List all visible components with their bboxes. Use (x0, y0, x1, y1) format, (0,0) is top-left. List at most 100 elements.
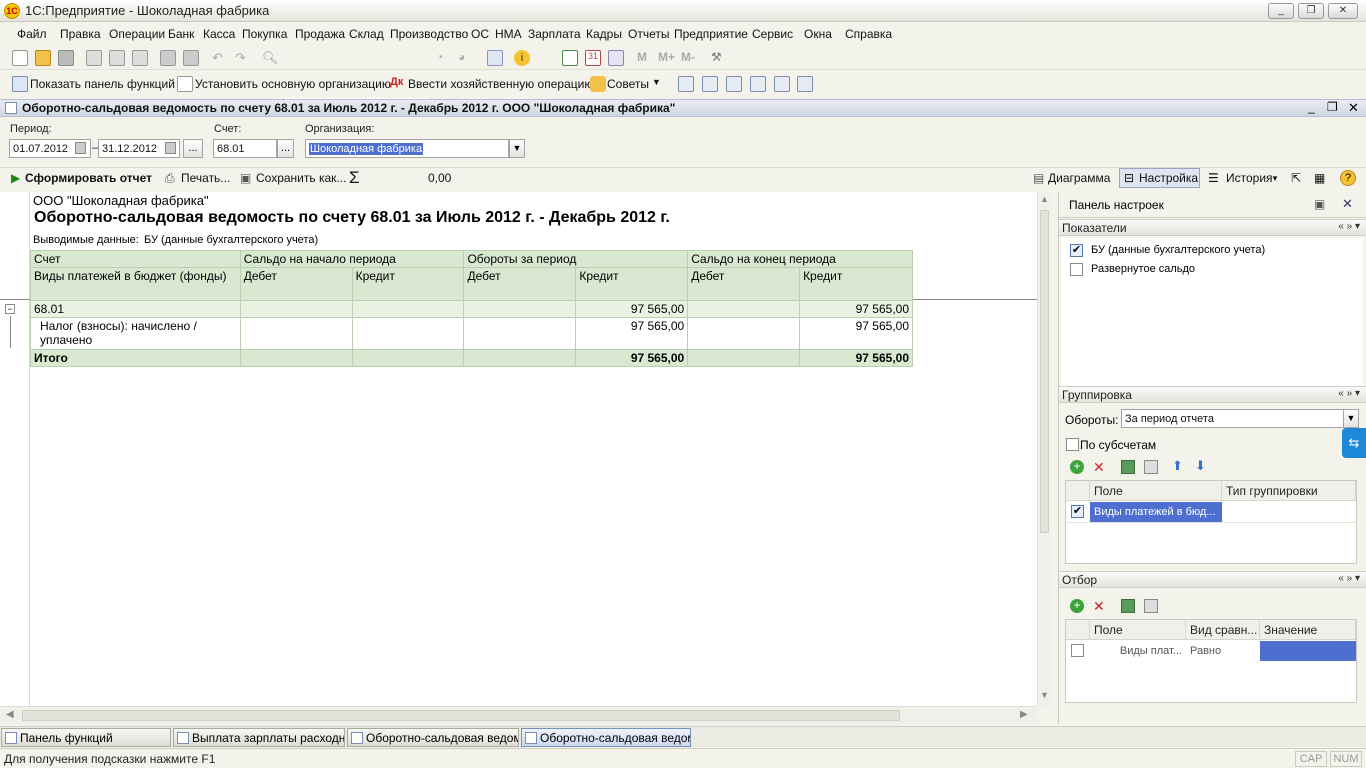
account-select-button[interactable]: ... (277, 139, 294, 158)
history-dropdown-icon[interactable]: ▼ (1271, 174, 1279, 183)
windows-icon[interactable] (487, 50, 503, 66)
calendar-icon[interactable]: 31 (585, 50, 601, 66)
period-select-button[interactable]: ... (183, 139, 203, 158)
tab-turnover-balance-1[interactable]: Оборотно-сальдовая ведом... (347, 728, 519, 747)
filter-row-value[interactable] (1260, 641, 1356, 661)
detail-close-credit-cell[interactable]: 97 565,00 (799, 317, 913, 350)
total-turnover-credit-cell[interactable]: 97 565,00 (575, 349, 689, 367)
filter-row-compare[interactable]: Равно (1186, 641, 1260, 661)
close-window-button[interactable]: ✕ (1328, 3, 1358, 19)
print-button[interactable]: Печать... (181, 171, 230, 185)
find-prev-icon[interactable]: ◕ (458, 50, 474, 66)
tab-salary-payment[interactable]: Выплата зарплаты расходн... (173, 728, 345, 747)
menu-sales[interactable]: Продажа (295, 27, 345, 41)
scroll-left-icon[interactable]: ◀ (6, 709, 14, 720)
filter-add-icon[interactable]: + (1070, 599, 1084, 613)
undo-icon[interactable]: ↶ (212, 50, 228, 66)
menu-purchase[interactable]: Покупка (242, 27, 287, 41)
menu-reports[interactable]: Отчеты (628, 27, 669, 41)
menu-edit[interactable]: Правка (60, 27, 101, 41)
calendar-from-icon[interactable] (75, 142, 86, 154)
calculator-icon[interactable] (562, 50, 578, 66)
save-icon[interactable] (58, 50, 74, 66)
teamviewer-icon[interactable]: ⇆ (1342, 428, 1366, 458)
collapse-group-icon[interactable]: − (5, 304, 15, 314)
grouping-section-header[interactable]: Группировка « » ▾ (1059, 386, 1366, 403)
memory-plus-icon[interactable]: M+ (658, 50, 680, 66)
help-icon[interactable]: ? (1340, 170, 1356, 186)
copy-icon[interactable] (109, 50, 125, 66)
doc-restore-icon[interactable]: ❐ (1327, 100, 1338, 114)
grouping-move-down-icon[interactable]: ⬇ (1195, 458, 1206, 474)
calendar-to-icon[interactable] (165, 142, 176, 154)
filter-delete-icon[interactable]: ✕ (1093, 598, 1105, 615)
table-row-total[interactable]: Итого 97 565,00 97 565,00 (30, 349, 913, 367)
indicators-section-controls[interactable]: « » ▾ (1338, 221, 1360, 232)
turnover-dropdown-icon[interactable]: ▼ (1343, 409, 1359, 428)
grouping-uncheck-all-icon[interactable] (1144, 460, 1158, 474)
set-main-organization-button[interactable]: Установить основную организацию (195, 77, 391, 91)
detail-turnover-credit-cell[interactable]: 97 565,00 (575, 317, 689, 350)
export-icon[interactable]: ⇱ (1291, 171, 1301, 185)
memory-minus-icon[interactable]: M- (681, 50, 703, 66)
grouping-check-all-icon[interactable] (1121, 460, 1135, 474)
report-icon-2[interactable] (702, 76, 718, 92)
panel-close-icon[interactable]: ✕ (1342, 196, 1353, 212)
horizontal-scroll-thumb[interactable] (22, 710, 900, 721)
table-row-group[interactable]: 68.01 97 565,00 97 565,00 (30, 300, 913, 318)
menu-service[interactable]: Сервис (752, 27, 793, 41)
menu-file[interactable]: Файл (17, 27, 47, 41)
report-icon-4[interactable] (750, 76, 766, 92)
doc-close-icon[interactable]: ✕ (1348, 100, 1359, 116)
history-button[interactable]: История (1226, 171, 1273, 185)
menu-production[interactable]: Производство (390, 27, 468, 41)
grouping-row-field[interactable]: Виды платежей в бюд... (1090, 502, 1222, 522)
report-icon-6[interactable] (797, 76, 813, 92)
report-horizontal-scrollbar[interactable]: ◀ ▶ (0, 706, 1037, 724)
print-icon[interactable] (160, 50, 176, 66)
scroll-right-icon[interactable]: ▶ (1020, 709, 1028, 720)
total-close-credit-cell[interactable]: 97 565,00 (799, 349, 913, 367)
by-subaccounts-checkbox[interactable] (1066, 438, 1079, 451)
find-next-icon[interactable]: ◔ (436, 50, 452, 66)
new-document-icon[interactable] (12, 50, 28, 66)
menu-bank[interactable]: Банк (168, 27, 194, 41)
filter-check-all-icon[interactable] (1121, 599, 1135, 613)
grouping-col-field[interactable]: Поле (1090, 481, 1222, 501)
report-vertical-scrollbar[interactable]: ▲ ▼ (1037, 192, 1051, 706)
settings-button[interactable]: Настройка (1139, 171, 1198, 185)
minimize-button[interactable]: _ (1268, 3, 1294, 19)
grouping-move-up-icon[interactable]: ⬆ (1172, 458, 1183, 474)
enter-operation-button[interactable]: Ввести хозяйственную операцию (408, 77, 593, 91)
filter-col-value[interactable]: Значение (1260, 620, 1356, 640)
report-icon-3[interactable] (726, 76, 742, 92)
filter-section-header[interactable]: Отбор « » ▾ (1059, 571, 1366, 588)
menu-fixed-assets[interactable]: ОС (471, 27, 489, 41)
open-folder-icon[interactable] (35, 50, 51, 66)
show-function-panel-button[interactable]: Показать панель функций (30, 77, 175, 91)
users-icon[interactable] (608, 50, 624, 66)
memory-m-icon[interactable]: M (637, 50, 653, 66)
indicator-expanded-checkbox[interactable] (1070, 263, 1083, 276)
grouping-delete-icon[interactable]: ✕ (1093, 459, 1105, 476)
tips-button[interactable]: Советы (607, 77, 649, 91)
filter-col-field[interactable]: Поле (1090, 620, 1186, 640)
menu-enterprise[interactable]: Предприятие (674, 27, 748, 41)
indicator-bu-checkbox[interactable]: ✔ (1070, 244, 1083, 257)
group-turnover-credit-cell[interactable]: 97 565,00 (575, 300, 689, 318)
menu-help[interactable]: Справка (845, 27, 892, 41)
info-icon[interactable]: i (514, 50, 530, 66)
diagram-button[interactable]: Диаграмма (1048, 171, 1110, 185)
cut-icon[interactable] (86, 50, 102, 66)
turnover-select[interactable]: За период отчета (1121, 409, 1345, 428)
group-close-credit-cell[interactable]: 97 565,00 (799, 300, 913, 318)
tab-turnover-balance-2[interactable]: Оборотно-сальдовая ведом... (521, 728, 691, 747)
grouping-col-type[interactable]: Тип группировки (1222, 481, 1356, 501)
restore-button[interactable]: ❐ (1298, 3, 1324, 19)
report-icon-5[interactable] (774, 76, 790, 92)
detail-name-cell[interactable]: Налог (взносы): начислено / уплачено (30, 317, 241, 350)
grouping-add-icon[interactable]: + (1070, 460, 1084, 474)
generate-report-button[interactable]: Сформировать отчет (25, 171, 152, 185)
menu-salary[interactable]: Зарплата (528, 27, 581, 41)
tips-dropdown-icon[interactable]: ▼ (652, 77, 661, 87)
